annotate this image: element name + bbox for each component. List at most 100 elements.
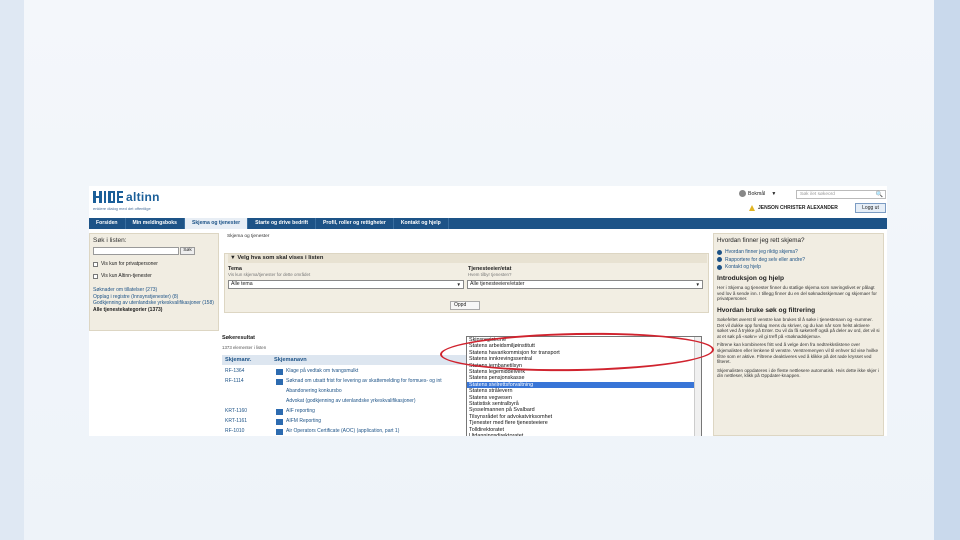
update-button[interactable]: Oppd [450,301,480,310]
help-link[interactable]: Kontakt og hjelp [717,264,880,270]
row-skjemanavn[interactable]: Advokat (godkjenning av utenlandske yrke… [286,397,416,406]
checkbox-private-label: Vis kun for privatpersoner [101,261,158,267]
help-link[interactable]: Hvordan finner jeg riktig skjema? [717,249,880,255]
header-search-input[interactable]: Søk i/et søkeord 🔍 [796,190,886,199]
form-icon [276,378,283,385]
slide-right-band [934,0,960,540]
sidebar: Søk i listen: Søk Vis kun for privatpers… [89,233,219,331]
checkbox-private[interactable]: Vis kun for privatpersoner [93,261,158,267]
sidebar-search-input[interactable] [93,247,179,255]
category-link[interactable]: Godkjenning av utenlandske yrkeskvalifik… [93,300,219,307]
nav-item-bedrift[interactable]: Starte og drive bedrift [248,218,317,229]
nav-item-skjema[interactable]: Skjema og tjenester [184,218,249,229]
help-link[interactable]: Rapportere for deg selv eller andre? [717,257,880,263]
screenshot-window: altinn enklere dialog med det offentlige… [89,186,887,436]
filter-title[interactable]: ▼ Velg hva som skal vises i listen [228,254,707,263]
search-placeholder: Søk i/et søkeord [800,192,835,197]
checkbox-icon [93,273,98,279]
col-skjemanr[interactable]: Skjemanr. [222,355,274,365]
row-skjemanr[interactable]: RF-1010 [225,427,244,436]
help-paragraph: Her i Skjema og tjenester finner du stat… [717,285,877,302]
altinn-logo[interactable]: altinn [93,190,160,204]
search-icon[interactable]: 🔍 [876,191,883,198]
dropdown-option[interactable]: Utdanningsdirektoratet [467,433,701,436]
table-row[interactable]: RF-1010 Air Operators Certificate (AOC) (… [222,427,472,436]
table-header: Skjemanr. Skjemanavn [222,355,470,365]
help-heading: Hvordan bruke søk og filtrering [717,306,816,314]
help-link-label: Kontakt og hjelp [725,264,761,271]
table-row[interactable]: RF-1114 Søknad om utsatt frist for leveri… [222,377,472,386]
form-icon [276,408,283,415]
help-icon [717,249,722,255]
category-links: Søknader om tillatelser (273) Opplag i r… [93,287,219,313]
eier-select[interactable]: Alle tjenesteeiere/etater ▼ [467,280,703,289]
nav-item-forsiden[interactable]: Forsiden [89,218,126,229]
tema-select[interactable]: Alle tema ▼ [228,280,464,289]
logout-button[interactable]: Logg ut [855,203,886,213]
nav-item-kontakt[interactable]: Kontakt og hjelp [394,218,449,229]
help-paragraph: Søkefeltet øverst til venstre kan brukes… [717,316,880,339]
table-row[interactable]: Abandonering konkursbo [222,387,472,396]
chevron-down-icon: ▼ [695,282,700,287]
table-row[interactable]: RF-1364 Klage på vedtak om tvangsmulkt [222,367,472,376]
category-link[interactable]: Opplag i registre (Innsynstjenester) (8) [93,294,219,301]
row-skjemanavn[interactable]: Klage på vedtak om tvangsmulkt [276,367,358,376]
brand-tagline: enklere dialog med det offentlige [93,206,151,211]
user-name[interactable]: JENSON CHRISTER ALEXANDER [749,205,838,211]
row-name-label: Søknad om utsatt frist for levering av s… [286,378,442,384]
checkbox-altinn-label: Vis kun Altinn-tjenester [101,273,152,279]
col-skjemanavn[interactable]: Skjemanavn [274,355,307,365]
breadcrumb[interactable]: Skjema og tjenester [227,234,269,239]
row-skjemanavn[interactable]: Søknad om utsatt frist for levering av s… [276,377,442,386]
eier-select-value: Alle tjenesteeiere/etater [470,281,525,287]
row-skjemanr[interactable]: KRT-1161 [225,417,247,426]
chevron-down-icon: ▼ [456,282,461,287]
user-name-label: JENSON CHRISTER ALEXANDER [758,205,838,211]
row-name-label: AIF reporting [286,408,315,414]
globe-icon [739,190,746,197]
table-row[interactable]: Advokat (godkjenning av utenlandske yrke… [222,397,472,406]
main-nav: Forsiden Min meldingsboks Skjema og tjen… [89,218,887,229]
row-skjemanavn[interactable]: AIFM Reporting [276,417,321,426]
row-skjemanavn[interactable]: Air Operators Certificate (AOC) (applica… [276,427,399,436]
sidebar-title: Søk i listen: [93,237,127,244]
row-name-label: Advokat (godkjenning av utenlandske yrke… [286,398,416,404]
table-row[interactable]: KRT-1161 AIFM Reporting [222,417,472,426]
results-title: Søkeresultat [222,335,256,341]
slide-left-band [0,0,24,540]
nav-item-profil[interactable]: Profil, roller og rettigheter [316,218,394,229]
form-icon [276,418,283,425]
help-panel: Hvordan finner jeg rett skjema? Hvordan … [713,233,884,436]
language-label: Bokmål [748,190,766,197]
nav-item-meldingsboks[interactable]: Min meldingsboks [126,218,185,229]
row-skjemanr[interactable]: KRT-1160 [225,407,247,416]
help-heading: Introduksjon og hjelp [717,275,785,283]
form-icon [276,368,283,375]
checkbox-altinn[interactable]: Vis kun Altinn-tjenester [93,273,152,279]
help-link-label: Rapportere for deg selv eller andre? [725,256,806,263]
category-link[interactable]: Søknader om tillatelser (273) [93,287,219,294]
row-name-label: Klage på vedtak om tvangsmulkt [286,368,359,374]
help-paragraph: Skjemalisten oppdateres i de fleste nett… [717,367,879,379]
row-name-label: Abandonering konkursbo [286,388,342,394]
help-icon [717,257,722,263]
row-skjemanavn[interactable]: AIF reporting [276,407,315,416]
sidebar-search-button[interactable]: Søk [180,247,195,255]
help-question: Hvordan finner jeg rett skjema? [717,237,805,244]
row-name-label: Air Operators Certificate (AOC) (applica… [286,428,400,434]
tema-select-value: Alle tema [231,281,253,287]
row-name-label: AIFM Reporting [286,418,322,424]
eier-sub: Hvem tilbyr tjenesten? [468,272,512,277]
help-paragraph: Filtrene kan kombineres fritt ved å velg… [717,342,879,365]
tema-sub: Vis kun skjema/tjenester for dette områd… [228,272,311,277]
language-selector[interactable]: Bokmål ▼ [739,190,776,197]
table-row[interactable]: KRT-1160 AIF reporting [222,407,472,416]
checkbox-icon [93,261,98,267]
help-link-label: Hvordan finner jeg riktig skjema? [725,249,798,255]
row-skjemanr[interactable]: RF-1114 [225,377,244,386]
form-icon [276,428,283,435]
row-skjemanr[interactable]: RF-1364 [225,367,244,376]
row-skjemanavn[interactable]: Abandonering konkursbo [286,387,342,396]
user-icon [749,205,755,211]
category-link-active[interactable]: Alle tjenestekategorier (1373) [93,307,219,314]
